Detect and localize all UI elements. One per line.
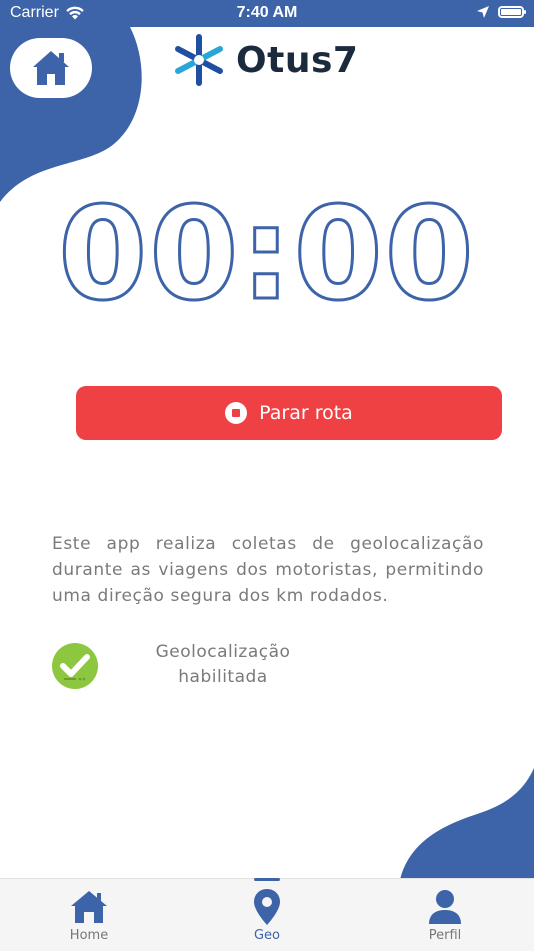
battery-icon: [498, 6, 526, 18]
brand-logo: Otus7: [172, 33, 358, 87]
tab-perfil-label: Perfil: [428, 928, 462, 943]
app-description: Este app realiza coletas de geolocalizaç…: [52, 534, 484, 606]
stop-route-label: Parar rota: [259, 402, 353, 424]
home-button[interactable]: [10, 38, 92, 98]
geolocation-status: Geolocalização habilitada: [52, 640, 312, 696]
stop-icon: [225, 402, 248, 424]
tab-geo-label: Geo: [253, 928, 281, 943]
location-arrow-icon: [477, 6, 489, 18]
stop-route-button[interactable]: Parar rota: [76, 386, 502, 440]
tab-geo[interactable]: Geo: [207, 878, 327, 951]
home-icon: [69, 887, 109, 927]
tab-bar: Home Geo Perfil: [0, 878, 534, 951]
person-icon: [425, 887, 465, 927]
status-time: 7:40 AM: [236, 4, 298, 21]
location-pin-icon: [247, 887, 287, 927]
brand-name: Otus7: [236, 39, 359, 81]
status-bar: Carrier 7:40 AM: [0, 0, 534, 27]
home-icon: [33, 51, 69, 85]
route-timer: 00:00: [57, 179, 476, 331]
tab-perfil[interactable]: Perfil: [385, 879, 505, 951]
status-right: [476, 5, 526, 19]
decorative-wave-bottom: [400, 768, 534, 880]
geolocation-label-line1: Geolocalização: [155, 642, 291, 662]
check-badge-icon: [52, 643, 98, 689]
otus7-logo-icon: [175, 34, 223, 86]
tab-home-label: Home: [69, 928, 109, 943]
tab-home[interactable]: Home: [29, 879, 149, 951]
geolocation-label: Geolocalização habilitada: [148, 640, 298, 690]
geolocation-label-line2: habilitada: [178, 667, 268, 687]
